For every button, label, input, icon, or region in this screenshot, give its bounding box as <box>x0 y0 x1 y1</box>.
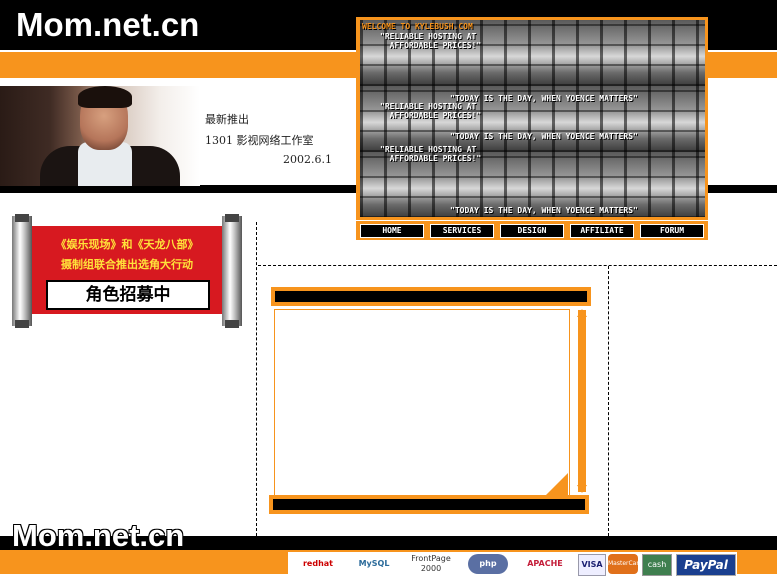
nav-design[interactable]: DESIGN <box>500 224 564 238</box>
content-scrollbar[interactable] <box>578 310 586 492</box>
nav-home[interactable]: HOME <box>360 224 424 238</box>
portrait-photo <box>0 86 200 186</box>
scroll-body: 《娱乐现场》和《天龙八部》 摄制组联合推出选角大行动 角色招募中 <box>32 226 222 314</box>
scroll-cap <box>225 320 239 328</box>
ad-line-casting: 摄制组联合推出选角大行动 <box>61 258 193 271</box>
content-panel <box>274 309 570 497</box>
banner-quote-today: "TODAY IS THE DAY, WHEN YOENCE MATTERS" <box>450 132 638 141</box>
scroll-down-arrow-icon[interactable] <box>577 485 587 493</box>
footer-logo[interactable]: Mom.net.cn <box>12 518 184 554</box>
scroll-roller-left <box>12 216 32 326</box>
cash-badge[interactable]: cash <box>642 554 672 576</box>
banner-welcome: WELCOME TO KYLEBUSH.COM <box>362 22 473 31</box>
scroll-roller-right <box>222 216 242 326</box>
scroll-up-arrow-icon[interactable] <box>577 309 587 317</box>
visa-badge[interactable]: VISA <box>578 554 606 576</box>
dashed-divider <box>256 222 257 536</box>
intro-studio-name: 1301 影视网络工作室 <box>205 134 314 147</box>
scroll-cap <box>225 214 239 222</box>
site-logo[interactable]: Mom.net.cn <box>16 6 199 44</box>
mysql-badge[interactable]: MySQL <box>350 554 398 574</box>
recruitment-scroll-ad[interactable]: 《娱乐现场》和《天龙八部》 摄制组联合推出选角大行动 角色招募中 <box>12 214 242 328</box>
banner-quote-hosting: "RELIABLE HOSTING AT AFFORDABLE PRICES!" <box>380 32 482 50</box>
mastercard-badge[interactable]: MasterCard <box>608 554 643 574</box>
paypal-badge[interactable]: PayPal <box>676 554 736 576</box>
nav-services[interactable]: SERVICES <box>430 224 494 238</box>
banner-quote-hosting: "RELIABLE HOSTING AT AFFORDABLE PRICES!" <box>380 102 482 120</box>
intro-date: 2002.6.1 <box>283 153 332 166</box>
ad-line-shows: 《娱乐现场》和《天龙八部》 <box>55 238 199 251</box>
portrait-hair <box>78 86 132 108</box>
content-footer-bar <box>273 499 585 510</box>
nav-affiliate[interactable]: AFFILIATE <box>570 224 634 238</box>
scroll-cap <box>15 320 29 328</box>
ad-recruiting-button[interactable]: 角色招募中 <box>46 280 210 310</box>
dashed-divider <box>258 265 777 266</box>
nav-forum[interactable]: FORUM <box>640 224 704 238</box>
content-header-bar <box>275 291 587 302</box>
banner-image: WELCOME TO KYLEBUSH.COM "RELIABLE HOSTIN… <box>360 20 705 217</box>
php-badge[interactable]: php <box>468 554 508 574</box>
intro-new-release: 最新推出 <box>205 113 249 126</box>
banner-quote-hosting: "RELIABLE HOSTING AT AFFORDABLE PRICES!" <box>380 145 482 163</box>
content-panel-corner <box>546 473 568 495</box>
banner-quote-today: "TODAY IS THE DAY, WHEN YOENCE MATTERS" <box>450 206 638 215</box>
dashed-divider <box>608 266 609 536</box>
redhat-badge[interactable]: redhat <box>290 554 346 574</box>
apache-badge[interactable]: APACHE <box>516 554 574 574</box>
scroll-cap <box>15 214 29 222</box>
frontpage-badge[interactable]: FrontPage 2000 <box>400 554 462 574</box>
